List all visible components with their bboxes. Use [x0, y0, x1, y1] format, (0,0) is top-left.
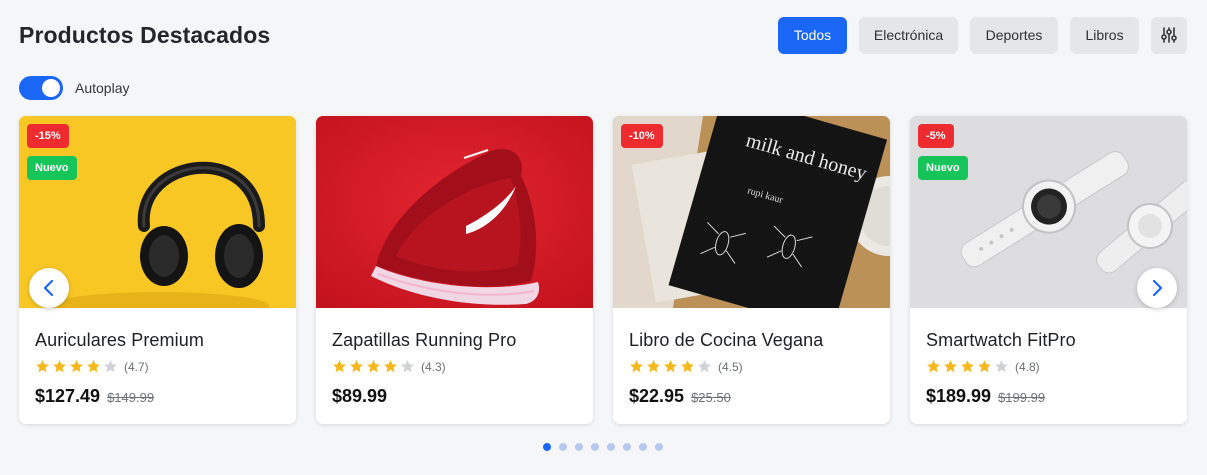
star-icon	[333, 360, 346, 373]
chevron-right-icon	[1152, 279, 1163, 297]
pagination-dot[interactable]	[607, 443, 615, 451]
rating: (4.7)	[35, 359, 280, 374]
new-badge: Nuevo	[918, 156, 968, 180]
badges: -15% Nuevo	[27, 124, 77, 180]
product-card[interactable]: Zapatillas Running Pro (4.3) $89.99	[316, 116, 593, 424]
book-photo: milk and honey rupi kaur -10%	[613, 116, 890, 308]
page-title: Productos Destacados	[19, 21, 271, 48]
badges: -5% Nuevo	[918, 124, 968, 180]
star-icon	[698, 360, 711, 373]
old-price: $199.99	[998, 390, 1046, 405]
filter-settings-button[interactable]	[1151, 16, 1187, 54]
filter-electronica-button[interactable]: Electrónica	[859, 16, 958, 54]
pagination-dot[interactable]	[575, 443, 583, 451]
carousel-pagination	[543, 443, 663, 451]
product-name: Libro de Cocina Vegana	[629, 330, 824, 350]
pagination-dot[interactable]	[543, 443, 551, 451]
autoplay-control: Autoplay	[19, 76, 129, 100]
star-icon	[53, 360, 66, 373]
discount-badge: -10%	[621, 124, 663, 148]
star-icon	[681, 360, 694, 373]
star-icon	[70, 360, 83, 373]
header: Productos Destacados Todos Electrónica D…	[19, 16, 1187, 54]
star-icon	[87, 360, 100, 373]
rating: (4.8)	[926, 359, 1171, 374]
pagination-dot[interactable]	[559, 443, 567, 451]
star-icon	[647, 360, 660, 373]
category-filters: Todos Electrónica Deportes Libros	[778, 16, 1187, 54]
product-name: Smartwatch FitPro	[926, 330, 1076, 350]
rating: (4.3)	[332, 359, 577, 374]
autoplay-label: Autoplay	[75, 80, 130, 96]
toggle-knob	[42, 79, 60, 97]
star-icon	[384, 360, 397, 373]
star-icon	[927, 360, 940, 373]
star-icon	[961, 360, 974, 373]
price: $22.95	[629, 386, 685, 406]
star-icon	[944, 360, 957, 373]
filter-deportes-button[interactable]: Deportes	[970, 16, 1058, 54]
autoplay-toggle[interactable]	[19, 76, 63, 100]
star-icon	[995, 360, 1008, 373]
pagination-dot[interactable]	[655, 443, 663, 451]
star-icon	[36, 360, 49, 373]
pagination-dot[interactable]	[639, 443, 647, 451]
pagination-dot[interactable]	[623, 443, 631, 451]
product-card[interactable]: -15% Nuevo Auriculares Premium (4.7) $12…	[19, 116, 296, 424]
product-name: Auriculares Premium	[35, 330, 204, 350]
old-price: $149.99	[107, 390, 155, 405]
chevron-left-icon	[43, 279, 54, 297]
price: $189.99	[926, 386, 992, 406]
sneaker-photo	[316, 116, 593, 308]
carousel-prev-button[interactable]	[29, 268, 69, 308]
star-icon	[401, 360, 414, 373]
star-icon	[664, 360, 677, 373]
sliders-icon	[1161, 27, 1177, 43]
rating-value: (4.8)	[1015, 359, 1040, 374]
rating-value: (4.3)	[421, 359, 446, 374]
product-card[interactable]: -5% Nuevo Smartwatch FitPro (4.8) $189.9…	[910, 116, 1187, 424]
star-icon	[104, 360, 117, 373]
old-price: $25.50	[691, 390, 731, 405]
discount-badge: -5%	[918, 124, 954, 148]
rating-value: (4.5)	[718, 359, 743, 374]
carousel-next-button[interactable]	[1137, 268, 1177, 308]
filter-libros-button[interactable]: Libros	[1070, 16, 1139, 54]
filter-todos-button[interactable]: Todos	[778, 16, 847, 54]
star-icon	[350, 360, 363, 373]
badges: -10%	[621, 124, 663, 148]
price: $127.49	[35, 386, 101, 406]
star-icon	[367, 360, 380, 373]
rating-value: (4.7)	[124, 359, 149, 374]
new-badge: Nuevo	[27, 156, 77, 180]
rating: (4.5)	[629, 359, 874, 374]
star-icon	[978, 360, 991, 373]
product-card[interactable]: milk and honey rupi kaur -10% Libro de C…	[613, 116, 890, 424]
star-icon	[630, 360, 643, 373]
product-carousel: -15% Nuevo Auriculares Premium (4.7) $12…	[19, 116, 1187, 424]
price: $89.99	[332, 386, 388, 406]
pagination-dot[interactable]	[591, 443, 599, 451]
discount-badge: -15%	[27, 124, 69, 148]
product-name: Zapatillas Running Pro	[332, 330, 517, 350]
